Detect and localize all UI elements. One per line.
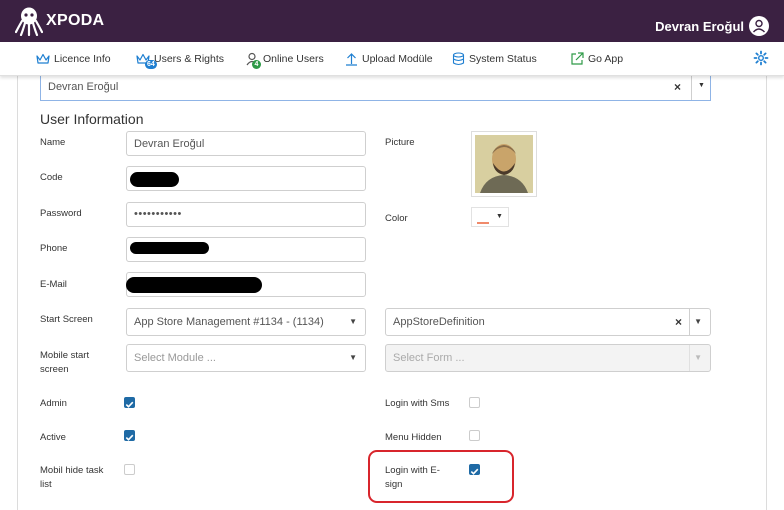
menu-hidden-checkbox[interactable] — [469, 430, 480, 441]
start-screen-value: App Store Management #1134 - (1134) — [134, 316, 324, 328]
mobile-module-placeholder: Select Module ... — [134, 352, 216, 364]
redaction-mark — [130, 242, 209, 254]
select-divider — [691, 76, 692, 100]
login-sms-label: Login with Sms — [385, 398, 450, 409]
nav-upload-module[interactable]: Upload Modüle — [345, 42, 433, 75]
color-label: Color — [385, 213, 408, 224]
user-picture[interactable] — [471, 131, 537, 197]
select-divider — [689, 309, 690, 335]
database-icon — [452, 51, 465, 65]
chevron-down-icon: ▼ — [496, 213, 503, 220]
chevron-down-icon: ▼ — [694, 353, 702, 362]
password-input[interactable]: ••••••••••• — [126, 202, 366, 227]
admin-label: Admin — [40, 398, 67, 409]
crown-icon — [36, 53, 50, 64]
mobil-hide-label: Mobil hide task list — [40, 465, 104, 490]
start-form-value: AppStoreDefinition — [393, 316, 485, 328]
name-label: Name — [40, 137, 66, 148]
menu-hidden-label: Menu Hidden — [385, 432, 442, 443]
octopus-logo-icon[interactable] — [15, 6, 43, 36]
online-count-badge: 4 — [252, 60, 261, 69]
user-select-clear-icon[interactable]: × — [674, 80, 681, 94]
user-avatar-icon[interactable] — [749, 16, 769, 36]
section-title: User Information — [40, 111, 144, 127]
start-form-clear-icon[interactable]: × — [675, 315, 682, 329]
chevron-down-icon[interactable]: ▼ — [698, 82, 705, 89]
start-screen-label: Start Screen — [40, 314, 93, 325]
picture-label: Picture — [385, 137, 415, 148]
name-input[interactable]: Devran Eroğul — [126, 131, 366, 156]
nav-go-app[interactable]: Go App — [570, 42, 623, 75]
start-form-select[interactable]: AppStoreDefinition × ▼ — [385, 308, 711, 336]
current-user-name[interactable]: Devran Eroğul — [655, 19, 744, 34]
user-photo-icon — [475, 135, 533, 193]
brand-name: XPODA — [46, 12, 105, 29]
nav-online-users-label: Online Users — [263, 52, 324, 65]
start-screen-select[interactable]: App Store Management #1134 - (1134) ▼ — [126, 308, 366, 336]
checkmark-icon — [125, 401, 134, 408]
redaction-mark — [130, 172, 179, 187]
login-sms-checkbox[interactable] — [469, 397, 480, 408]
top-nav: Licence Info Users & Rights 64 Online Us… — [0, 42, 784, 76]
external-link-icon — [571, 52, 584, 65]
admin-checkbox[interactable] — [124, 397, 135, 408]
nav-system-status[interactable]: System Status — [452, 42, 537, 75]
nav-users-rights[interactable]: Users & Rights — [136, 42, 224, 75]
password-input-value: ••••••••••• — [134, 208, 182, 220]
mobile-form-placeholder: Select Form ... — [393, 352, 465, 364]
nav-licence-info-label: Licence Info — [54, 52, 111, 65]
highlight-annotation — [368, 450, 514, 503]
code-label: Code — [40, 172, 63, 183]
name-input-value: Devran Eroğul — [134, 138, 205, 150]
nav-licence-info[interactable]: Licence Info — [36, 42, 111, 75]
gear-icon[interactable] — [753, 50, 769, 66]
nav-upload-module-label: Upload Modüle — [362, 52, 433, 65]
phone-label: Phone — [40, 243, 68, 254]
upload-icon — [346, 52, 357, 66]
active-label: Active — [40, 432, 66, 443]
app-header: XPODA Devran Eroğul — [0, 0, 784, 42]
active-checkbox[interactable] — [124, 430, 135, 441]
chevron-down-icon: ▼ — [349, 317, 357, 326]
redaction-mark — [126, 277, 262, 293]
users-count-badge: 64 — [145, 60, 157, 69]
password-label: Password — [40, 208, 82, 219]
checkmark-icon — [125, 434, 134, 441]
nav-users-rights-label: Users & Rights — [154, 52, 225, 65]
mobile-form-select[interactable]: Select Form ... ▼ — [385, 344, 711, 372]
nav-system-status-label: System Status — [469, 52, 537, 65]
nav-online-users[interactable]: Online Users — [246, 42, 324, 75]
mobile-module-select[interactable]: Select Module ... ▼ — [126, 344, 366, 372]
chevron-down-icon: ▼ — [349, 353, 357, 362]
mobile-start-label: Mobile start screen — [40, 350, 90, 375]
color-swatch — [477, 222, 489, 224]
select-divider — [689, 345, 690, 371]
user-select-value: Devran Eroğul — [48, 81, 119, 93]
email-label: E-Mail — [40, 279, 67, 290]
chevron-down-icon: ▼ — [694, 317, 702, 326]
mobil-hide-checkbox[interactable] — [124, 464, 135, 475]
user-select[interactable]: Devran Eroğul × ▼ — [40, 76, 711, 101]
color-picker[interactable]: ▼ — [471, 207, 509, 227]
nav-go-app-label: Go App — [588, 52, 624, 65]
